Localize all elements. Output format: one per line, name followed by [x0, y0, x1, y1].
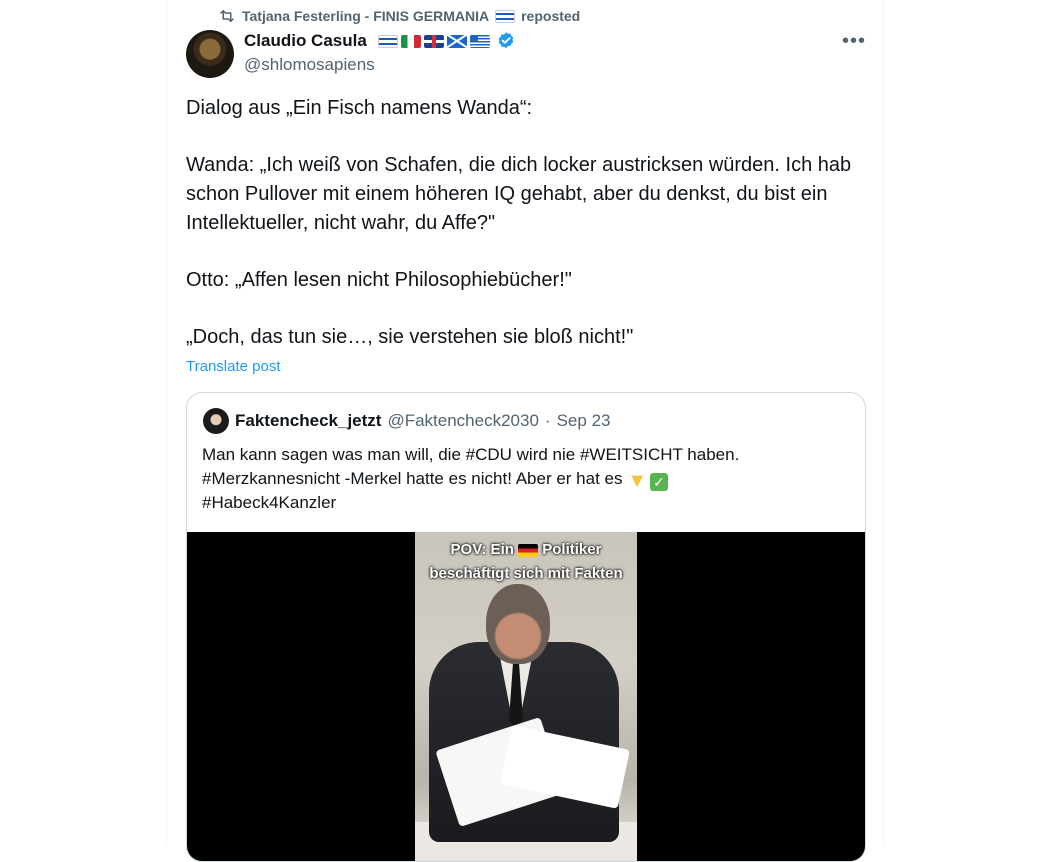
video-player[interactable]: POV: Ein Politiker beschäftigt sich mit …	[187, 532, 865, 861]
israel-flag-icon	[495, 9, 516, 23]
pointing-down-icon: ▼	[627, 470, 648, 492]
post-line: Otto: „Affen lesen nicht Philosophiebüch…	[186, 269, 572, 291]
author-name[interactable]: Claudio Casula	[244, 31, 367, 51]
quoted-author-handle[interactable]: @Faktencheck2030	[387, 411, 538, 431]
translate-post-link[interactable]: Translate post	[186, 358, 281, 375]
scotland-flag-icon	[446, 34, 467, 48]
more-options-icon[interactable]: •••	[838, 30, 870, 52]
post-line: Dialog aus „Ein Fisch namens Wanda“:	[186, 97, 533, 119]
quoted-line: Man kann sagen was man will, die #CDU wi…	[202, 445, 740, 464]
author-name-row[interactable]: Claudio Casula	[244, 30, 516, 52]
check-mark-icon: ✓	[649, 473, 668, 491]
quoted-header: Faktencheck_jetzt @Faktencheck2030 · Sep…	[235, 409, 610, 433]
separator-dot: ·	[544, 411, 551, 430]
post-text: Dialog aus „Ein Fisch namens Wanda“: Wan…	[186, 94, 868, 352]
repost-icon	[220, 10, 234, 22]
post-line: Wanda: „Ich weiß von Schafen, die dich l…	[186, 154, 852, 234]
quoted-author-name[interactable]: Faktencheck_jetzt	[235, 411, 381, 431]
repost-suffix: reposted	[521, 8, 581, 24]
italy-flag-icon	[400, 34, 421, 48]
post-line: „Doch, das tun sie…, sie verstehen sie b…	[186, 326, 634, 348]
greece-flag-icon	[469, 34, 490, 48]
quoted-text: Man kann sagen was man will, die #CDU wi…	[202, 443, 842, 515]
uk-flag-icon	[423, 34, 444, 48]
quoted-post[interactable]: Faktencheck_jetzt @Faktencheck2030 · Sep…	[186, 392, 866, 862]
repost-indicator[interactable]: Tatjana Festerling - FINIS GERMANIA repo…	[218, 6, 580, 26]
quoted-post-date[interactable]: Sep 23	[557, 411, 611, 431]
quoted-line-2: #Merzkannesnicht -Merkel hatte es nicht!…	[202, 467, 842, 491]
author-avatar[interactable]	[186, 30, 234, 78]
verified-badge-icon	[498, 32, 514, 49]
author-handle[interactable]: @shlomosapiens	[244, 55, 375, 75]
quoted-line: #Habeck4Kanzler	[202, 493, 337, 512]
video-frame[interactable]: POV: Ein Politiker beschäftigt sich mit …	[415, 532, 637, 861]
repost-user[interactable]: Tatjana Festerling - FINIS GERMANIA	[242, 8, 489, 24]
germany-flag-icon	[518, 543, 539, 557]
video-caption: POV: Ein Politiker beschäftigt sich mit …	[429, 541, 623, 582]
quoted-author-avatar[interactable]	[203, 408, 229, 434]
israel-flag-icon	[377, 34, 398, 48]
